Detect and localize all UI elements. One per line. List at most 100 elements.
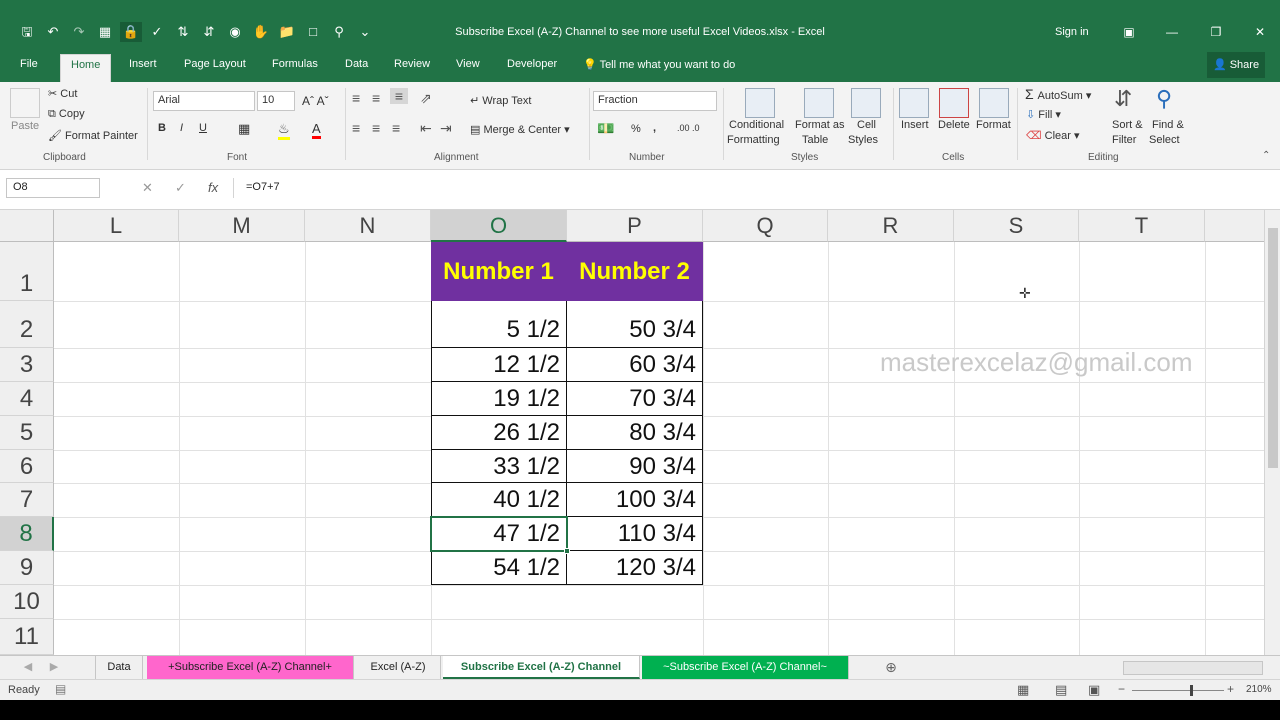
insert-cells-button[interactable]: Insert	[901, 119, 929, 131]
cell-p3[interactable]: 60 3/4	[567, 348, 703, 382]
clear-button[interactable]: ⌫ Clear ▾	[1026, 129, 1080, 142]
format-as-table-icon[interactable]	[804, 88, 834, 118]
fill-handle[interactable]	[564, 548, 570, 554]
wrap-text-button[interactable]: ↵ Wrap Text	[470, 94, 531, 107]
cancel-icon[interactable]: ✕	[142, 180, 153, 196]
normal-view-icon[interactable]: ▦	[1017, 682, 1029, 698]
restore-icon[interactable]: ❐	[1203, 24, 1229, 40]
row-header-4[interactable]: 4	[0, 382, 54, 416]
select-all-corner[interactable]	[0, 210, 54, 242]
cell-p9[interactable]: 120 3/4	[567, 551, 703, 585]
tab-home[interactable]: Home	[60, 54, 112, 82]
zoom-in-icon[interactable]: +	[1227, 682, 1234, 696]
format-painter-button[interactable]: 🖌 Format Painter	[48, 129, 138, 142]
cell-p7[interactable]: 100 3/4	[567, 483, 703, 517]
paste-button[interactable]: Paste	[11, 120, 39, 132]
sheet-tab-subscribe-active[interactable]: Subscribe Excel (A-Z) Channel	[443, 656, 640, 679]
tell-me-box[interactable]: 💡 Tell me what you want to do	[583, 58, 735, 71]
vertical-scrollbar[interactable]	[1264, 210, 1280, 655]
scroll-right-icon[interactable]: ▶	[44, 656, 64, 679]
align-center-icon[interactable]: ≡	[372, 120, 380, 136]
font-size-box[interactable]: 10	[257, 91, 295, 111]
row-header-10[interactable]: 10	[0, 585, 54, 619]
horizontal-scrollbar[interactable]	[1123, 661, 1263, 675]
autosum-button[interactable]: Σ AutoSum ▾	[1025, 86, 1091, 102]
format-as-table-label-2[interactable]: Table	[802, 134, 828, 146]
row-header-11[interactable]: 11	[0, 619, 54, 655]
row-header-6[interactable]: 6	[0, 450, 54, 483]
cell-p8[interactable]: 110 3/4	[567, 517, 703, 551]
paste-icon[interactable]	[10, 88, 40, 118]
find-select-label-2[interactable]: Select	[1149, 134, 1180, 146]
sort-filter-label-2[interactable]: Filter	[1112, 134, 1136, 146]
zoom-slider[interactable]	[1132, 690, 1224, 691]
comma-button[interactable]: ,	[653, 122, 656, 134]
align-bottom-icon[interactable]: ≡	[390, 88, 408, 104]
sheet-tab-subscribe-tilde[interactable]: ~Subscribe Excel (A-Z) Channel~	[642, 656, 849, 679]
conditional-formatting-label-1[interactable]: Conditional	[729, 119, 784, 131]
name-box[interactable]: O8	[6, 178, 100, 198]
row-header-2[interactable]: 2	[0, 301, 54, 348]
cell-o8[interactable]: 47 1/2	[431, 517, 567, 551]
borders-icon[interactable]: ▦	[238, 121, 250, 137]
tab-formulas[interactable]: Formulas	[272, 58, 318, 70]
font-name-box[interactable]: Arial	[153, 91, 255, 111]
column-header-m[interactable]: M	[179, 210, 305, 242]
insert-function-icon[interactable]: fx	[208, 180, 218, 195]
cell-p4[interactable]: 70 3/4	[567, 382, 703, 416]
align-top-icon[interactable]: ≡	[352, 90, 360, 106]
find-select-icon[interactable]: ⚲	[1156, 86, 1172, 112]
header-cell-number-2[interactable]: Number 2	[567, 242, 703, 301]
delete-cells-button[interactable]: Delete	[938, 119, 970, 131]
sign-in-link[interactable]: Sign in	[1055, 26, 1089, 38]
cell-o9[interactable]: 54 1/2	[431, 551, 567, 585]
tab-insert[interactable]: Insert	[129, 58, 157, 70]
tab-view[interactable]: View	[456, 58, 480, 70]
percent-button[interactable]: %	[631, 123, 641, 135]
sheet-tab-data[interactable]: Data	[95, 656, 143, 679]
worksheet-grid[interactable]: L M N O P Q R S T 1 2 3 4 5 6 7 8 9 10 1…	[0, 210, 1264, 655]
tab-data[interactable]: Data	[345, 58, 368, 70]
conditional-formatting-label-2[interactable]: Formatting	[727, 134, 780, 146]
row-header-3[interactable]: 3	[0, 348, 54, 382]
column-header-p[interactable]: P	[567, 210, 703, 242]
bold-button[interactable]: B	[158, 122, 166, 134]
tab-page-layout[interactable]: Page Layout	[184, 58, 246, 70]
align-left-icon[interactable]: ≡	[352, 120, 360, 136]
merge-center-button[interactable]: ▤ Merge & Center ▾	[470, 123, 570, 136]
column-header-q[interactable]: Q	[703, 210, 828, 242]
increase-indent-icon[interactable]: ⇥	[440, 120, 452, 137]
column-header-o[interactable]: O	[431, 210, 567, 242]
format-cells-button[interactable]: Format	[976, 119, 1011, 131]
align-middle-icon[interactable]: ≡	[372, 90, 380, 106]
restore-ribbon-icon[interactable]: ▣	[1116, 24, 1142, 40]
cut-button[interactable]: ✂ Cut	[48, 87, 77, 100]
column-header-u[interactable]	[1205, 210, 1264, 242]
currency-icon[interactable]: 💵	[597, 120, 614, 137]
zoom-slider-thumb[interactable]	[1190, 685, 1193, 696]
formula-input[interactable]: =O7+7	[233, 178, 1263, 198]
find-select-label-1[interactable]: Find &	[1152, 119, 1184, 131]
column-header-s[interactable]: S	[954, 210, 1079, 242]
align-right-icon[interactable]: ≡	[392, 120, 400, 136]
column-header-r[interactable]: R	[828, 210, 954, 242]
cell-p2[interactable]: 50 3/4	[567, 301, 703, 348]
column-header-l[interactable]: L	[54, 210, 179, 242]
tab-review[interactable]: Review	[394, 58, 430, 70]
cell-styles-label-1[interactable]: Cell	[857, 119, 876, 131]
minimize-icon[interactable]: —	[1159, 24, 1185, 40]
collapse-ribbon-icon[interactable]: ⌃	[1262, 150, 1270, 161]
close-icon[interactable]: ✕	[1247, 24, 1273, 40]
format-as-table-label-1[interactable]: Format as	[795, 119, 845, 131]
tab-developer[interactable]: Developer	[507, 58, 557, 70]
page-break-view-icon[interactable]: ▣	[1088, 682, 1100, 698]
format-cells-icon[interactable]	[979, 88, 1009, 118]
enter-icon[interactable]: ✓	[175, 180, 186, 196]
decrease-indent-icon[interactable]: ⇤	[420, 120, 432, 137]
cell-o3[interactable]: 12 1/2	[431, 348, 567, 382]
copy-button[interactable]: ⧉ Copy	[48, 108, 85, 121]
cell-o6[interactable]: 33 1/2	[431, 450, 567, 483]
macro-record-icon[interactable]: ▤	[55, 682, 66, 696]
tab-file[interactable]: File	[20, 58, 38, 70]
cell-styles-icon[interactable]	[851, 88, 881, 118]
